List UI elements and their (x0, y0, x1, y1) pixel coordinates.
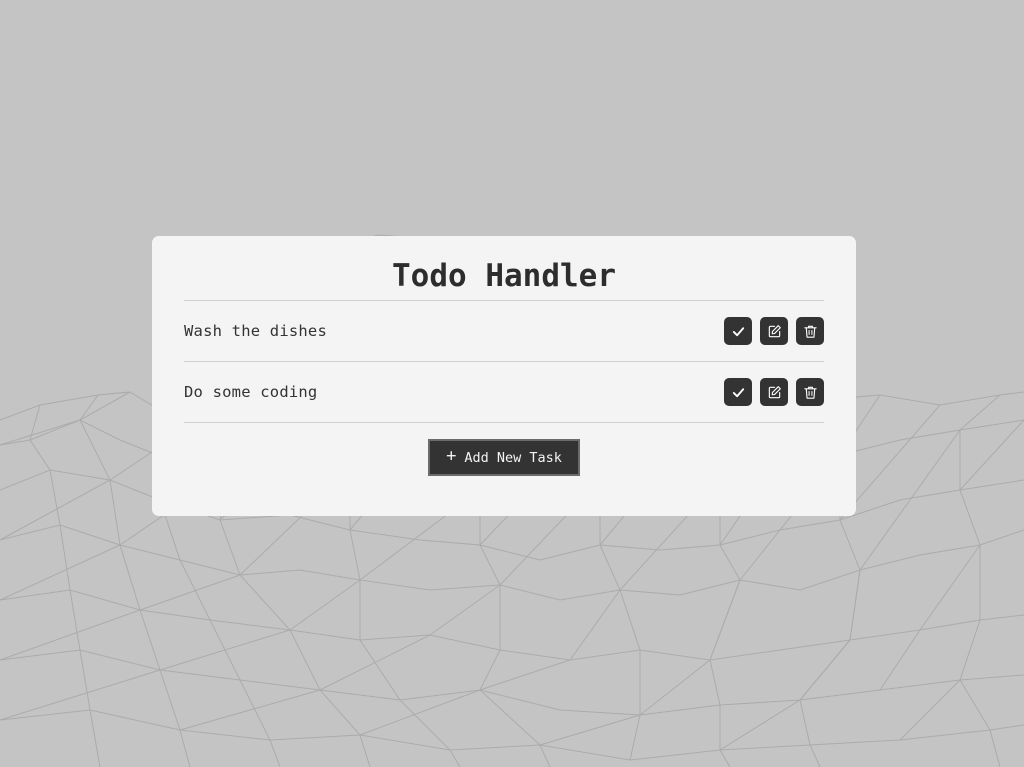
task-item: Wash the dishes (184, 301, 824, 362)
task-text: Do some coding (184, 383, 318, 401)
add-task-area: + Add New Task (184, 439, 824, 476)
check-icon (732, 326, 744, 336)
edit-icon (768, 385, 781, 398)
add-new-task-button[interactable]: + Add New Task (428, 439, 580, 476)
edit-button[interactable] (760, 317, 788, 345)
plus-icon: + (446, 446, 457, 466)
edit-icon (768, 324, 781, 337)
complete-button[interactable] (724, 378, 752, 406)
trash-icon (803, 325, 817, 338)
add-new-task-label: Add New Task (464, 449, 562, 466)
task-actions (724, 378, 824, 406)
app-title: Todo Handler (184, 236, 824, 301)
task-actions (724, 317, 824, 345)
task-text: Wash the dishes (184, 322, 327, 340)
trash-icon (803, 386, 817, 399)
complete-button[interactable] (724, 317, 752, 345)
task-item: Do some coding (184, 362, 824, 423)
todo-card: Todo Handler Wash the dishes Do some cod… (152, 236, 856, 516)
task-list: Wash the dishes Do some coding (184, 301, 824, 423)
check-icon (732, 387, 744, 397)
delete-button[interactable] (796, 378, 824, 406)
delete-button[interactable] (796, 317, 824, 345)
edit-button[interactable] (760, 378, 788, 406)
